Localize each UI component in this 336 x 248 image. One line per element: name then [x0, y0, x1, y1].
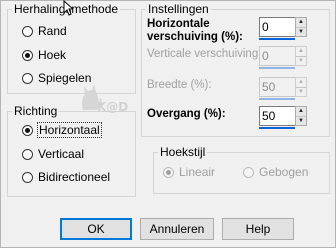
watermark-logo: K@D: [79, 82, 139, 122]
settings-title: Instellingen: [148, 2, 209, 16]
horizontal-offset-spinner[interactable]: 0 ▲ ▼: [259, 17, 307, 40]
mouse-cursor-icon: [63, 0, 73, 16]
width-arrows: ▲ ▼: [295, 77, 307, 97]
radio-rand-control[interactable]: [22, 25, 33, 37]
radio-bidirectioneel[interactable]: Bidirectioneel: [22, 169, 110, 185]
radio-rand-label: Rand: [38, 24, 67, 38]
radio-gebogen-control: [243, 166, 254, 178]
width-slider-bar: [259, 98, 295, 100]
radio-hoek-control[interactable]: [22, 49, 33, 61]
cancel-button[interactable]: Annuleren: [140, 218, 214, 240]
spin-up-icon[interactable]: ▲: [296, 107, 306, 117]
watermark-text: K@D: [97, 100, 129, 114]
width-label: Breedte (%):: [147, 79, 212, 91]
vertical-offset-input: 0: [259, 46, 295, 66]
radio-gebogen-label: Gebogen: [259, 165, 309, 179]
transition-slider-bar[interactable]: [259, 127, 295, 129]
spin-up-icon: ▲: [296, 47, 306, 57]
spin-up-icon: ▲: [296, 78, 306, 88]
transition-arrows[interactable]: ▲ ▼: [295, 106, 307, 126]
radio-bidirectioneel-control[interactable]: [22, 171, 33, 183]
radio-verticaal-control[interactable]: [22, 148, 33, 160]
radio-verticaal-label: Verticaal: [38, 147, 85, 161]
ok-button[interactable]: OK: [60, 218, 132, 240]
corner-style-title: Hoekstijl: [160, 145, 206, 159]
radio-bidirectioneel-label: Bidirectioneel: [38, 170, 111, 184]
help-button[interactable]: Help: [222, 218, 294, 240]
transition-spinner[interactable]: 50 ▲ ▼: [259, 106, 307, 129]
radio-verticaal[interactable]: Verticaal: [22, 146, 84, 162]
horizontal-offset-label-line1: Horizontale: [147, 18, 210, 30]
horizontal-offset-arrows[interactable]: ▲ ▼: [295, 17, 307, 37]
radio-hoek-label: Hoek: [38, 48, 67, 62]
radio-spiegelen-control[interactable]: [22, 72, 33, 84]
horizontal-offset-input[interactable]: 0: [259, 17, 295, 37]
radio-rand[interactable]: Rand: [22, 23, 67, 39]
horizontal-offset-slider-bar[interactable]: [259, 38, 295, 40]
spin-down-icon[interactable]: ▼: [296, 117, 306, 126]
width-spinner: 50 ▲ ▼: [259, 77, 307, 100]
transition-input[interactable]: 50: [259, 106, 295, 126]
spin-down-icon: ▼: [298, 57, 304, 64]
radio-lineair-control: [163, 166, 174, 178]
radio-gebogen: Gebogen: [243, 164, 308, 180]
spin-down-icon: ▼: [298, 88, 304, 95]
radio-horizontaal-label: Horizontaal: [37, 122, 102, 138]
radio-lineair-label: Lineair: [179, 165, 216, 179]
radio-horizontaal[interactable]: Horizontaal: [22, 122, 102, 138]
spin-up-icon[interactable]: ▲: [296, 18, 306, 28]
spin-down-icon[interactable]: ▼: [296, 28, 306, 37]
width-input: 50: [259, 77, 295, 97]
transition-label: Overgang (%):: [147, 108, 226, 120]
radio-lineair: Lineair: [163, 164, 215, 180]
vertical-offset-slider-bar: [259, 67, 295, 69]
radio-hoek[interactable]: Hoek: [22, 47, 66, 63]
vertical-offset-arrows: ▲ ▼: [295, 46, 307, 66]
horizontal-offset-label-line2: verschuiving (%):: [147, 31, 243, 43]
radio-horizontaal-control[interactable]: [22, 124, 33, 136]
direction-title: Richting: [14, 104, 58, 118]
vertical-offset-spinner: 0 ▲ ▼: [259, 46, 307, 69]
